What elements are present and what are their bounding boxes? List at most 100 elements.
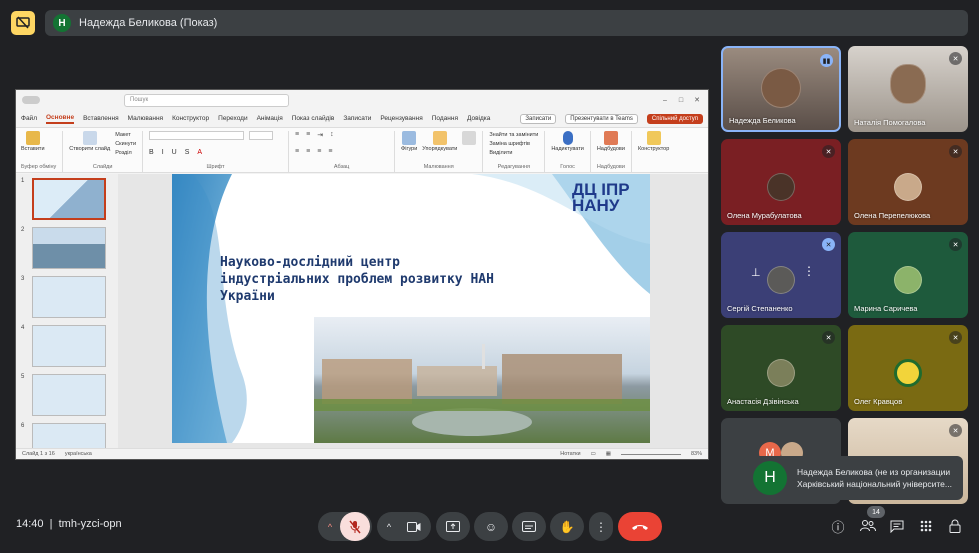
arrange-icon[interactable] — [432, 131, 447, 145]
dictate-icon[interactable] — [562, 131, 573, 145]
dictate-label: Надиктувати — [551, 146, 584, 152]
participant-tile[interactable]: ✕ Олег Кравцов — [848, 325, 968, 411]
menu-review[interactable]: Рецензування — [380, 115, 422, 122]
people-icon[interactable] — [859, 517, 877, 535]
slide-thumb-4[interactable]: 4 — [20, 325, 116, 369]
ppt-search-input[interactable]: Пошук — [124, 93, 289, 107]
shapes-icon[interactable] — [402, 131, 417, 145]
bold-icon[interactable]: B — [149, 149, 154, 156]
menu-view[interactable]: Подання — [432, 115, 458, 122]
layout-button[interactable]: Макет — [115, 131, 136, 140]
menu-animation[interactable]: Анімація — [257, 115, 283, 122]
autosave-toggle[interactable] — [22, 96, 40, 104]
slide-thumb-1[interactable]: 1 — [20, 178, 116, 222]
chat-icon[interactable] — [888, 517, 906, 535]
join-notification[interactable]: Н Надежда Беликова (не из организации Ха… — [743, 456, 963, 500]
participant-tile[interactable]: ▮▮ Надежда Беликова — [721, 46, 841, 132]
captions-button[interactable] — [512, 512, 546, 541]
mic-off-icon: ✕ — [822, 145, 835, 158]
more-options-button[interactable]: ⋮ — [589, 512, 613, 541]
quick-styles-icon[interactable] — [462, 131, 477, 145]
participant-tile[interactable]: ✕ Наталія Помогалова — [848, 46, 968, 132]
addins-icon[interactable] — [603, 131, 618, 145]
pin-icon[interactable]: ⊥ — [751, 266, 761, 279]
bullets-icon[interactable]: ≡ — [295, 131, 299, 139]
record-button[interactable]: Записати — [520, 113, 557, 124]
activities-icon[interactable] — [917, 517, 935, 535]
numbering-icon[interactable]: ≡ — [306, 131, 310, 139]
ribbon-group-designer: Конструктор — [638, 131, 675, 172]
present-teams-button[interactable]: Презентувати в Teams — [565, 113, 638, 124]
menu-insert[interactable]: Вставлення — [83, 115, 119, 122]
italic-icon[interactable]: I — [162, 149, 164, 156]
more-options-icon[interactable]: ⋮ — [803, 264, 815, 278]
slide-thumb-5[interactable]: 5 — [20, 374, 116, 418]
view-normal-icon[interactable]: ▭ — [591, 451, 596, 457]
menu-record[interactable]: Записати — [343, 115, 371, 122]
camera-options-icon[interactable]: ^ — [379, 522, 399, 532]
presentation-indicator-icon[interactable] — [11, 11, 35, 35]
menu-home[interactable]: Основне — [45, 114, 75, 124]
presenter-bar[interactable]: Н Надежда Беликова (Показ) — [45, 10, 968, 36]
menu-file[interactable]: Файл — [21, 115, 37, 122]
replace-fonts-button[interactable]: Заміна шрифтів — [489, 140, 538, 149]
zoom-slider[interactable] — [620, 453, 681, 455]
font-size-select[interactable] — [249, 131, 274, 140]
justify-icon[interactable]: ≡ — [328, 148, 332, 155]
meeting-info-icon[interactable]: ⓘ — [829, 517, 847, 535]
minimize-icon[interactable]: – — [660, 97, 670, 104]
host-controls-icon[interactable] — [946, 517, 964, 535]
menu-draw[interactable]: Малювання — [128, 115, 163, 122]
slide-thumb-2[interactable]: 2 — [20, 227, 116, 271]
font-name-select[interactable] — [149, 131, 245, 140]
section-button[interactable]: Розділ — [115, 149, 136, 158]
emoji-reaction-button[interactable]: ☺ — [474, 512, 508, 541]
ribbon-group-editing: Знайти та замінити Заміна шрифтів Виділи… — [489, 131, 546, 172]
menu-help[interactable]: Довідка — [467, 115, 490, 122]
share-button[interactable]: Спільний доступ — [646, 113, 703, 124]
menu-design[interactable]: Конструктор — [172, 115, 209, 122]
slide-counter: Слайд 1 з 16 — [22, 451, 55, 457]
participant-tile[interactable]: ✕ ⊥ ⋮ Сергій Степаненко — [721, 232, 841, 318]
participant-name: Наталія Помогалова — [854, 118, 926, 127]
raise-hand-button[interactable]: ✋ — [550, 512, 584, 541]
reset-button[interactable]: Скинути — [115, 140, 136, 149]
select-button[interactable]: Виділити — [489, 149, 538, 158]
font-color-icon[interactable]: A — [197, 149, 202, 156]
mic-options-icon[interactable]: ^ — [320, 522, 340, 532]
underline-icon[interactable]: U — [172, 149, 177, 156]
strike-icon[interactable]: S — [185, 149, 190, 156]
new-slide-icon[interactable] — [82, 131, 97, 145]
indent-icon[interactable]: ⇥ — [317, 131, 323, 139]
present-screen-button[interactable] — [436, 512, 470, 541]
slide-thumbnails: 1 2 3 4 5 6 — [16, 174, 118, 459]
mic-off-button[interactable] — [340, 512, 370, 541]
thumb-image — [32, 374, 106, 416]
find-replace-button[interactable]: Знайти та замінити — [489, 131, 538, 140]
align-center-icon[interactable]: ≡ — [306, 148, 310, 155]
participant-name: Олег Кравцов — [854, 397, 903, 406]
maximize-icon[interactable]: □ — [676, 97, 686, 104]
slide-title-line-1: Науково-дослідний центр — [220, 255, 401, 270]
designer-icon[interactable] — [646, 131, 661, 145]
menu-transitions[interactable]: Переходи — [218, 115, 247, 122]
line-spacing-icon[interactable]: ↕ — [330, 131, 334, 139]
participant-tile[interactable]: ✕ Марина Саричева — [848, 232, 968, 318]
paste-icon[interactable] — [25, 131, 40, 145]
view-sorter-icon[interactable]: ▦ — [606, 451, 611, 457]
align-right-icon[interactable]: ≡ — [317, 148, 321, 155]
close-icon[interactable]: ✕ — [692, 96, 702, 104]
notes-button[interactable]: Нотатки — [560, 451, 580, 457]
camera-button[interactable] — [399, 512, 429, 541]
slide-thumb-3[interactable]: 3 — [20, 276, 116, 320]
participant-tile[interactable]: ✕ Олена Перепелюкова — [848, 139, 968, 225]
slide-canvas[interactable]: ДЦ ІПР НАНУ Науково-дослідний центр інду… — [172, 174, 650, 443]
language-indicator[interactable]: українська — [65, 451, 92, 457]
align-left-icon[interactable]: ≡ — [295, 148, 299, 155]
zoom-level[interactable]: 83% — [691, 451, 702, 457]
menu-slideshow[interactable]: Показ слайдів — [292, 115, 335, 122]
leave-call-button[interactable] — [618, 512, 662, 541]
new-slide-label: Створити слайд — [69, 146, 111, 152]
participant-tile[interactable]: ✕ Олена Мурабулатова — [721, 139, 841, 225]
participant-tile[interactable]: ✕ Анастасія Дзівінська — [721, 325, 841, 411]
